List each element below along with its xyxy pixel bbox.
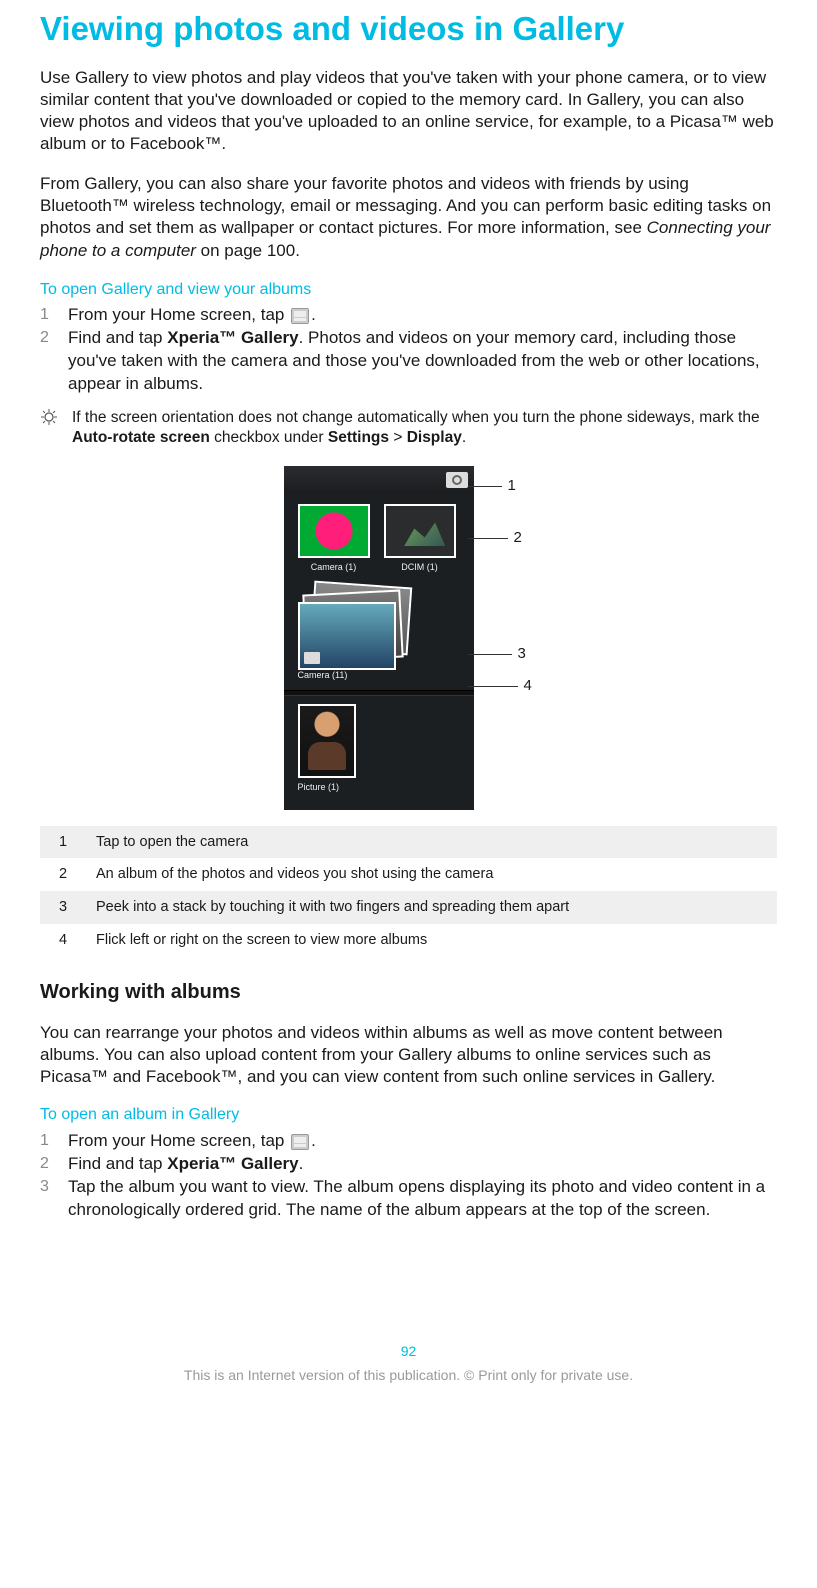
step-number: 1 — [40, 1130, 68, 1152]
album-thumb-camera — [298, 504, 370, 558]
album-label: Camera (1) — [298, 562, 370, 574]
camera-icon — [446, 472, 468, 488]
album-stack — [298, 584, 408, 666]
heading-working-with-albums: Working with albums — [40, 979, 777, 1005]
tip-text: If the screen orientation does not chang… — [72, 408, 777, 448]
legend-text: An album of the photos and videos you sh… — [86, 858, 777, 891]
step-text: Find and tap Xperia™ Gallery. Photos and… — [68, 327, 777, 396]
callout-number: 1 — [508, 476, 516, 496]
legend-text: Flick left or right on the screen to vie… — [86, 924, 777, 957]
legend-table: 1Tap to open the camera 2An album of the… — [40, 826, 777, 957]
album-label: Camera (11) — [298, 670, 474, 682]
intro-paragraph-1: Use Gallery to view photos and play vide… — [40, 67, 777, 155]
album-label: Picture (1) — [298, 782, 474, 794]
footer-note: This is an Internet version of this publ… — [40, 1366, 777, 1384]
intro-paragraph-2: From Gallery, you can also share your fa… — [40, 173, 777, 261]
tip-block: If the screen orientation does not chang… — [40, 408, 777, 448]
step-number: 2 — [40, 327, 68, 349]
legend-num: 2 — [40, 858, 86, 891]
step-number: 1 — [40, 304, 68, 326]
legend-num: 1 — [40, 826, 86, 859]
subheading-open-album: To open an album in Gallery — [40, 1105, 777, 1126]
album-label: DCIM (1) — [384, 562, 456, 574]
legend-num: 3 — [40, 891, 86, 924]
steps-list-2: 1 From your Home screen, tap . 2 Find an… — [40, 1130, 777, 1222]
steps-list-1: 1 From your Home screen, tap . 2 Find an… — [40, 304, 777, 396]
step-text: From your Home screen, tap . — [68, 1130, 777, 1153]
page-title: Viewing photos and videos in Gallery — [40, 8, 777, 51]
album-thumb-dcim — [384, 504, 456, 558]
callout-number: 2 — [514, 528, 522, 548]
intro-text-tail: on page 100. — [196, 241, 300, 260]
step-text: Find and tap Xperia™ Gallery. — [68, 1153, 777, 1176]
page-number: 92 — [40, 1342, 777, 1360]
lightbulb-icon — [40, 409, 58, 429]
legend-text: Peek into a stack by touching it with tw… — [86, 891, 777, 924]
callout-number: 4 — [524, 676, 532, 696]
apps-grid-icon — [291, 308, 309, 324]
apps-grid-icon — [291, 1134, 309, 1150]
legend-num: 4 — [40, 924, 86, 957]
step-text: Tap the album you want to view. The albu… — [68, 1176, 777, 1222]
album-thumb-picture — [298, 704, 356, 778]
subheading-open-gallery: To open Gallery and view your albums — [40, 280, 777, 301]
step-text: From your Home screen, tap . — [68, 304, 777, 327]
section2-paragraph: You can rearrange your photos and videos… — [40, 1022, 777, 1088]
camera-icon — [304, 652, 320, 664]
phone-mockup: Camera (1) DCIM (1) Camera (11) — [284, 466, 474, 809]
step-number: 2 — [40, 1153, 68, 1175]
legend-text: Tap to open the camera — [86, 826, 777, 859]
gallery-figure: Camera (1) DCIM (1) Camera (11) — [40, 466, 777, 809]
callout-number: 3 — [518, 644, 526, 664]
step-number: 3 — [40, 1176, 68, 1198]
